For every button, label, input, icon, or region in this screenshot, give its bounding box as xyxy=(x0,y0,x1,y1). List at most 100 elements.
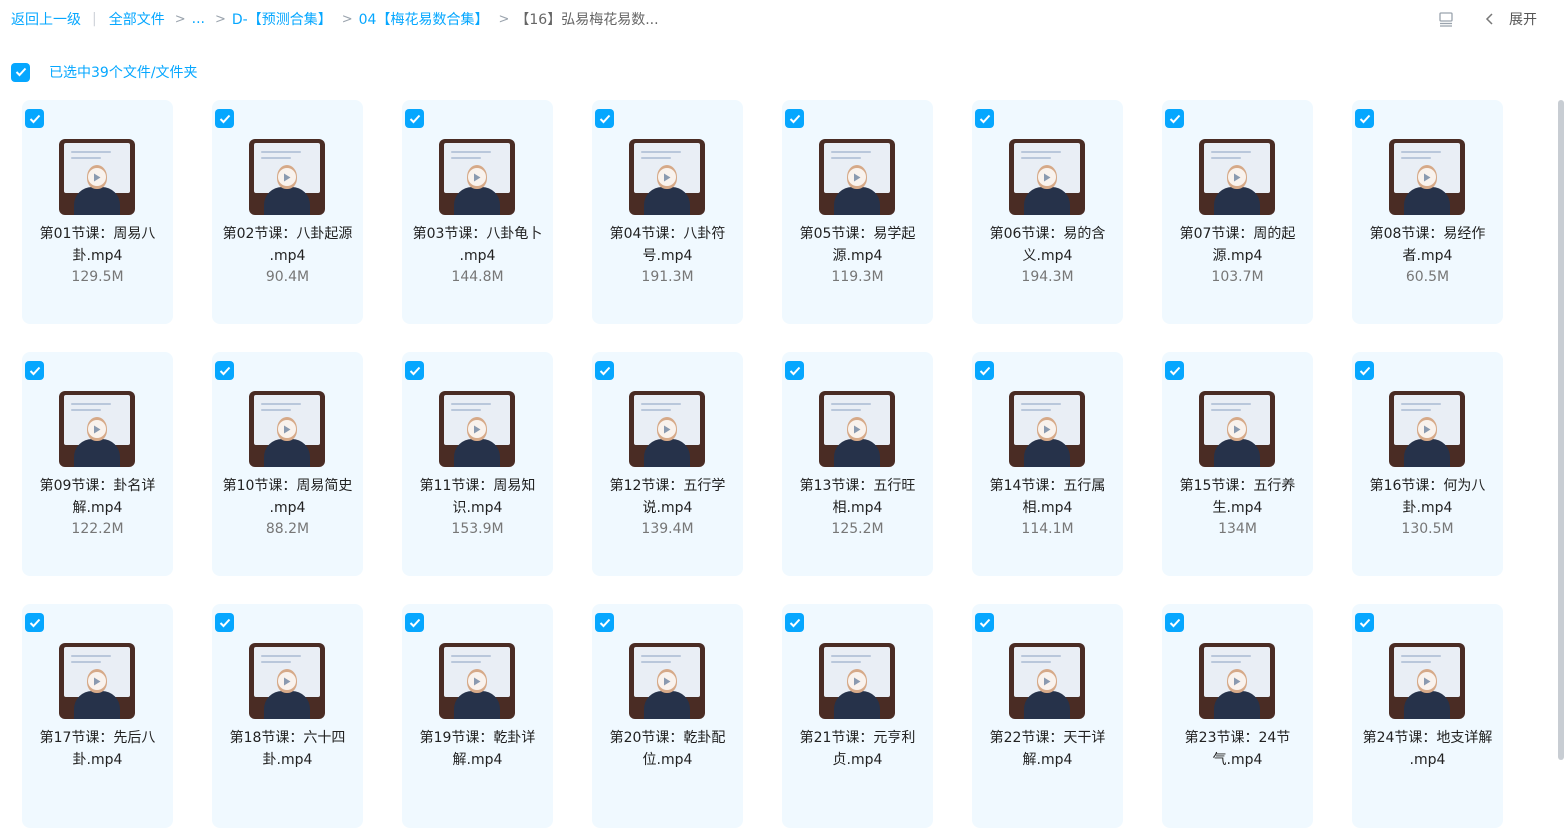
file-card[interactable]: 第12节课：五行学说.mp4 139.4M xyxy=(592,352,743,576)
scrollbar[interactable] xyxy=(1558,100,1564,768)
file-card[interactable]: 第05节课：易学起源.mp4 119.3M xyxy=(782,100,933,324)
breadcrumb-current: 【16】弘易梅花易数... xyxy=(515,12,659,28)
breadcrumb-item-predict[interactable]: D-【预测合集】 xyxy=(232,9,332,29)
list-view-icon[interactable] xyxy=(1437,10,1455,28)
file-checkbox[interactable] xyxy=(975,613,994,632)
file-card[interactable]: 第18节课：六十四卦.mp4 xyxy=(212,604,363,828)
file-checkbox[interactable] xyxy=(785,361,804,380)
slide-line xyxy=(1401,409,1431,411)
file-card[interactable]: 第21节课：元亨利贞.mp4 xyxy=(782,604,933,828)
select-all-checkbox[interactable] xyxy=(11,62,30,82)
file-card[interactable]: 第09节课：卦名详解.mp4 122.2M xyxy=(22,352,173,576)
file-card[interactable]: 第22节课：天干详解.mp4 xyxy=(972,604,1123,828)
presenter-body xyxy=(1214,187,1260,215)
file-card[interactable]: 第24节课：地支详解 .mp4 xyxy=(1352,604,1503,828)
breadcrumb-ellipsis[interactable]: ... xyxy=(192,11,205,27)
file-card[interactable]: 第19节课：乾卦详解.mp4 xyxy=(402,604,553,828)
file-checkbox[interactable] xyxy=(595,361,614,380)
video-thumbnail[interactable] xyxy=(629,643,705,719)
file-card[interactable]: 第11节课：周易知识.mp4 153.9M xyxy=(402,352,553,576)
slide-line xyxy=(451,157,481,159)
file-checkbox[interactable] xyxy=(975,109,994,128)
file-card[interactable]: 第03节课：八卦龟卜 .mp4 144.8M xyxy=(402,100,553,324)
breadcrumb-separator: > xyxy=(174,11,186,27)
video-thumbnail[interactable] xyxy=(1199,643,1275,719)
video-thumbnail[interactable] xyxy=(439,139,515,215)
video-thumbnail[interactable] xyxy=(1009,391,1085,467)
video-thumbnail[interactable] xyxy=(439,391,515,467)
breadcrumb-root[interactable]: 全部文件 xyxy=(109,9,165,29)
file-checkbox[interactable] xyxy=(595,109,614,128)
file-checkbox[interactable] xyxy=(25,613,44,632)
file-card[interactable]: 第07节课：周的起源.mp4 103.7M xyxy=(1162,100,1313,324)
slide-line xyxy=(831,655,871,657)
file-name: 第21节课：元亨利贞.mp4 xyxy=(799,730,916,768)
slide-line xyxy=(641,157,671,159)
video-thumbnail[interactable] xyxy=(1389,391,1465,467)
file-card[interactable]: 第06节课：易的含义.mp4 194.3M xyxy=(972,100,1123,324)
selection-count: 已选中39个文件/文件夹 xyxy=(49,65,198,81)
file-checkbox[interactable] xyxy=(595,613,614,632)
file-checkbox[interactable] xyxy=(1355,109,1374,128)
play-icon xyxy=(88,672,106,690)
file-card[interactable]: 第15节课：五行养生.mp4 134M xyxy=(1162,352,1313,576)
file-size: 122.2M xyxy=(71,521,124,537)
file-checkbox[interactable] xyxy=(25,109,44,128)
video-thumbnail[interactable] xyxy=(1009,643,1085,719)
breadcrumb-item-meihua[interactable]: 04【梅花易数合集】 xyxy=(359,9,489,29)
video-thumbnail[interactable] xyxy=(249,391,325,467)
file-checkbox[interactable] xyxy=(215,613,234,632)
play-icon xyxy=(88,420,106,438)
video-thumbnail[interactable] xyxy=(249,139,325,215)
video-thumbnail[interactable] xyxy=(1199,391,1275,467)
video-thumbnail[interactable] xyxy=(819,643,895,719)
file-checkbox[interactable] xyxy=(1355,613,1374,632)
file-checkbox[interactable] xyxy=(215,361,234,380)
presenter-body xyxy=(834,439,880,467)
file-card[interactable]: 第08节课：易经作者.mp4 60.5M xyxy=(1352,100,1503,324)
file-card[interactable]: 第16节课：何为八卦.mp4 130.5M xyxy=(1352,352,1503,576)
file-card[interactable]: 第20节课：乾卦配位.mp4 xyxy=(592,604,743,828)
video-thumbnail[interactable] xyxy=(1389,139,1465,215)
video-thumbnail[interactable] xyxy=(1009,139,1085,215)
video-thumbnail[interactable] xyxy=(819,139,895,215)
file-card[interactable]: 第17节课：先后八卦.mp4 xyxy=(22,604,173,828)
file-card[interactable]: 第13节课：五行旺相.mp4 125.2M xyxy=(782,352,933,576)
file-checkbox[interactable] xyxy=(785,613,804,632)
video-thumbnail[interactable] xyxy=(629,391,705,467)
video-thumbnail[interactable] xyxy=(59,391,135,467)
slide-line xyxy=(831,403,871,405)
file-checkbox[interactable] xyxy=(1165,613,1184,632)
file-checkbox[interactable] xyxy=(405,613,424,632)
video-thumbnail[interactable] xyxy=(59,643,135,719)
slide-line xyxy=(451,403,491,405)
file-checkbox[interactable] xyxy=(1355,361,1374,380)
file-checkbox[interactable] xyxy=(405,361,424,380)
file-checkbox[interactable] xyxy=(215,109,234,128)
file-card[interactable]: 第23节课：24节气.mp4 xyxy=(1162,604,1313,828)
video-thumbnail[interactable] xyxy=(1389,643,1465,719)
file-checkbox[interactable] xyxy=(1165,109,1184,128)
play-icon xyxy=(1418,420,1436,438)
file-card[interactable]: 第01节课：周易八卦.mp4 129.5M xyxy=(22,100,173,324)
file-card[interactable]: 第04节课：八卦符号.mp4 191.3M xyxy=(592,100,743,324)
video-thumbnail[interactable] xyxy=(59,139,135,215)
slide-line xyxy=(1021,403,1061,405)
file-checkbox[interactable] xyxy=(785,109,804,128)
video-thumbnail[interactable] xyxy=(1199,139,1275,215)
scrollbar-thumb[interactable] xyxy=(1558,100,1564,760)
expand-button[interactable]: 展开 xyxy=(1481,9,1537,29)
video-thumbnail[interactable] xyxy=(629,139,705,215)
file-checkbox[interactable] xyxy=(405,109,424,128)
video-thumbnail[interactable] xyxy=(439,643,515,719)
file-checkbox[interactable] xyxy=(975,361,994,380)
file-card[interactable]: 第14节课：五行属相.mp4 114.1M xyxy=(972,352,1123,576)
file-card[interactable]: 第10节课：周易简史 .mp4 88.2M xyxy=(212,352,363,576)
video-thumbnail[interactable] xyxy=(819,391,895,467)
file-card[interactable]: 第02节课：八卦起源 .mp4 90.4M xyxy=(212,100,363,324)
slide-line xyxy=(451,661,481,663)
file-checkbox[interactable] xyxy=(1165,361,1184,380)
video-thumbnail[interactable] xyxy=(249,643,325,719)
back-link[interactable]: 返回上一级 xyxy=(11,9,81,29)
file-checkbox[interactable] xyxy=(25,361,44,380)
